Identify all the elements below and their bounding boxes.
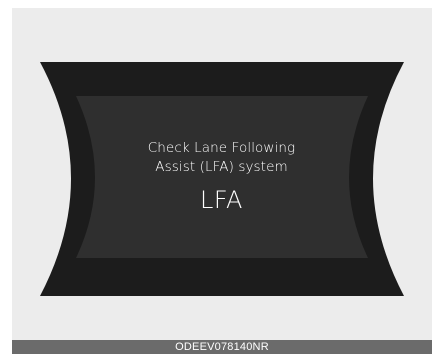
caption-bar: ODEEV078140NR <box>12 340 432 354</box>
warning-message-line2: Assist (LFA) system <box>155 159 288 175</box>
warning-message-line1: Check Lane Following <box>147 140 296 156</box>
lfa-indicator-text: LFA <box>200 186 243 214</box>
image-code-label: ODEEV078140NR <box>175 341 269 353</box>
display-inner-panel <box>76 96 368 258</box>
cluster-display <box>40 62 404 296</box>
